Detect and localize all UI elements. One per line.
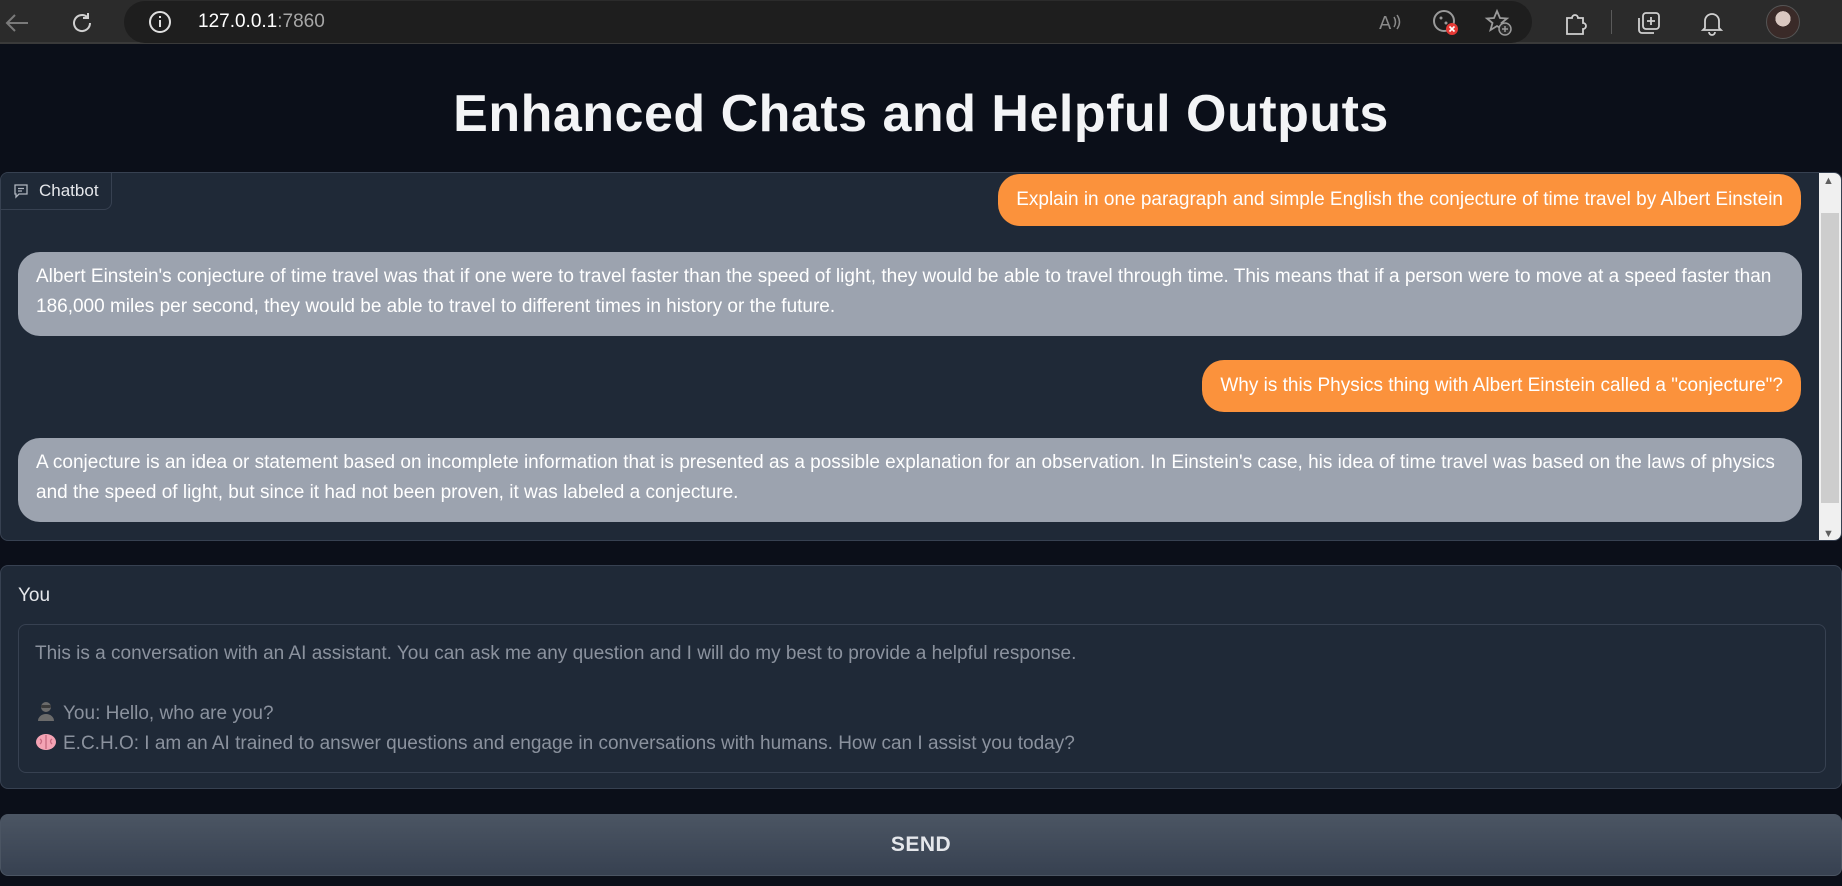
placeholder-echo-text: E.C.H.O: I am an AI trained to answer qu… — [63, 733, 1075, 754]
collections-icon — [1638, 12, 1660, 34]
chat-bubble-icon — [14, 184, 28, 199]
profile-avatar[interactable] — [1766, 5, 1800, 39]
scroll-thumb[interactable] — [1821, 213, 1839, 503]
cookie-blocked-icon — [1433, 10, 1458, 35]
toolbar-divider — [1611, 10, 1612, 34]
placeholder-line: You: Hello, who are you? — [35, 699, 1809, 729]
user-message-text: Explain in one paragraph and simple Engl… — [1016, 189, 1783, 210]
message-input[interactable]: This is a conversation with an AI assist… — [18, 624, 1826, 773]
chat-scrollbar[interactable]: ▲ ▼ — [1819, 173, 1841, 540]
add-favorite-button[interactable] — [1481, 5, 1515, 39]
placeholder-spacer — [35, 669, 1809, 699]
placeholder-line: This is a conversation with an AI assist… — [35, 643, 1077, 664]
bell-icon — [1700, 13, 1724, 36]
browser-toolbar: 127.0.0.1:7860 A — [0, 0, 1842, 44]
placeholder-you-text: You: Hello, who are you? — [63, 703, 274, 724]
extensions-button[interactable] — [1558, 6, 1592, 40]
bot-message-text: A conjecture is an idea or statement bas… — [36, 452, 1775, 503]
notifications-button[interactable] — [1695, 6, 1729, 40]
back-arrow-icon — [5, 14, 28, 32]
bot-message-text: Albert Einstein's conjecture of time tra… — [36, 266, 1772, 317]
svg-text:A: A — [1379, 13, 1392, 33]
reload-icon — [73, 13, 92, 32]
chatbot-panel: Chatbot Explain in one paragraph and sim… — [0, 172, 1842, 541]
person-emoji-icon — [38, 702, 54, 721]
back-button[interactable] — [0, 6, 34, 40]
brain-emoji-icon — [36, 734, 56, 750]
bot-message: A conjecture is an idea or statement bas… — [18, 438, 1802, 522]
input-panel: You This is a conversation with an AI as… — [0, 565, 1842, 789]
star-add-icon — [1484, 8, 1512, 36]
url-host: 127.0.0.1 — [198, 11, 278, 32]
read-aloud-icon: A — [1379, 13, 1401, 33]
input-label: You — [18, 585, 51, 606]
user-message-text: Why is this Physics thing with Albert Ei… — [1220, 375, 1783, 396]
url-port: :7860 — [277, 11, 325, 32]
tracking-prevention-button[interactable] — [1428, 5, 1462, 39]
address-bar[interactable]: 127.0.0.1:7860 A — [124, 1, 1532, 43]
placeholder-line: E.C.H.O: I am an AI trained to answer qu… — [35, 729, 1809, 759]
user-message: Why is this Physics thing with Albert Ei… — [1202, 360, 1801, 412]
user-message: Explain in one paragraph and simple Engl… — [998, 174, 1801, 226]
reload-button[interactable] — [65, 6, 99, 40]
site-info-icon[interactable] — [148, 10, 172, 34]
bot-message: Albert Einstein's conjecture of time tra… — [18, 252, 1802, 336]
send-button[interactable]: SEND — [0, 814, 1842, 876]
read-aloud-button[interactable]: A — [1374, 5, 1408, 39]
puzzle-icon — [1566, 14, 1587, 35]
collections-button[interactable] — [1632, 6, 1666, 40]
chatbot-label: Chatbot — [1, 173, 112, 210]
scroll-up-icon[interactable]: ▲ — [1823, 175, 1834, 187]
page-title: Enhanced Chats and Helpful Outputs — [453, 85, 1389, 143]
url-text: 127.0.0.1:7860 — [198, 11, 325, 33]
scroll-down-icon[interactable]: ▼ — [1823, 528, 1834, 540]
chatbot-label-text: Chatbot — [39, 181, 99, 200]
